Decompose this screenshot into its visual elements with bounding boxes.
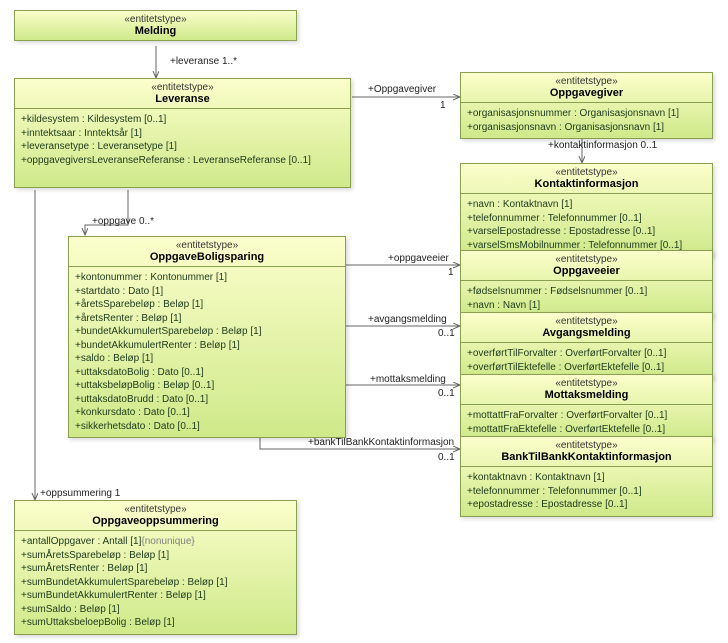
stereotype: «entitetstype» — [467, 378, 706, 389]
attr-row: uttaksdatoBrudd : Dato [0..1] — [75, 393, 339, 407]
attr-row: fødselsnummer : Fødselsnummer [0..1] — [467, 285, 706, 299]
attr-row: kontaktnavn : Kontaktnavn [1] — [467, 471, 706, 485]
attr-row: sikkerhetsdato : Dato [0..1] — [75, 420, 339, 434]
attrs-boligsparing: kontonummer : Kontonummer [1]startdato :… — [69, 267, 345, 437]
attr-row: sumUttaksbeloepBolig : Beløp [1] — [21, 616, 290, 630]
attrs-oppgavegiver: organisasjonsnummer : Organisasjonsnavn … — [461, 103, 712, 138]
stereotype: «entitetstype» — [467, 440, 706, 451]
attr-row: åretsRenter : Beløp [1] — [75, 312, 339, 326]
edge-oppgaveeier-m: 1 — [448, 267, 454, 278]
edge-oppgavegiver-m: 1 — [440, 100, 446, 111]
entity-title: OppgaveBoligsparing — [75, 251, 339, 263]
entity-mottaksmelding[interactable]: «entitetstype» Mottaksmelding mottattFra… — [460, 374, 713, 441]
entity-oppgaveoppsummering[interactable]: «entitetstype» Oppgaveoppsummering antal… — [14, 500, 297, 635]
entity-kontaktinformasjon[interactable]: «entitetstype» Kontaktinformasjon navn :… — [460, 163, 713, 257]
edge-mottak: +mottaksmelding — [370, 374, 446, 385]
attr-row: organisasjonsnummer : Organisasjonsnavn … — [467, 107, 706, 121]
edge-oppgaveeier: +oppgaveeier — [388, 253, 449, 264]
attr-row: åretsSparebeløp : Beløp [1] — [75, 298, 339, 312]
attrs-bank: kontaktnavn : Kontaktnavn [1]telefonnumm… — [461, 467, 712, 516]
attr-row: mottattFraForvalter : OverførtForvalter … — [467, 409, 706, 423]
attr-row: navn : Navn [1] — [467, 299, 706, 313]
stereotype: «entitetstype» — [21, 504, 290, 515]
attr-row: telefonnummer : Telefonnummer [0..1] — [467, 212, 706, 226]
attr-row: epostadresse : Epostadresse [0..1] — [467, 498, 706, 512]
entity-title: Avgangsmelding — [467, 327, 706, 339]
entity-title: BankTilBankKontaktinformasjon — [467, 451, 706, 463]
attr-row: navn : Kontaktnavn [1] — [467, 198, 706, 212]
attrs-oppgaveeier: fødselsnummer : Fødselsnummer [0..1]navn… — [461, 281, 712, 316]
entity-oppgaveboligsparing[interactable]: «entitetstype» OppgaveBoligsparing konto… — [68, 236, 346, 438]
attr-row: saldo : Beløp [1] — [75, 352, 339, 366]
attr-row: inntektsaar : Inntektsår [1] — [21, 127, 344, 141]
entity-title: Oppgaveeier — [467, 265, 706, 277]
entity-leveranse[interactable]: «entitetstype» Leveranse kildesystem : K… — [14, 78, 351, 188]
edge-avgang: +avgangsmelding — [368, 314, 447, 325]
entity-title: Melding — [21, 25, 290, 37]
entity-oppgavegiver[interactable]: «entitetstype» Oppgavegiver organisasjon… — [460, 72, 713, 139]
attr-row: leveransetype : Leveransetype [1] — [21, 140, 344, 154]
entity-title: Leveranse — [21, 93, 344, 105]
attrs-kontaktinfo: navn : Kontaktnavn [1]telefonnummer : Te… — [461, 194, 712, 256]
entity-melding[interactable]: «entitetstype» Melding — [14, 10, 297, 41]
attr-row: konkursdato : Dato [0..1] — [75, 406, 339, 420]
stereotype: «entitetstype» — [467, 316, 706, 327]
attr-row: organisasjonsnavn : Organisasjonsnavn [1… — [467, 121, 706, 135]
attrs-oppsummering: antallOppgaver : Antall [1]{nonunique}su… — [15, 531, 296, 634]
attrs-avgang: overførtTilForvalter : OverførtForvalter… — [461, 343, 712, 378]
attr-row: telefonnummer : Telefonnummer [0..1] — [467, 485, 706, 499]
attr-row: sumÅretsRenter : Beløp [1] — [21, 562, 290, 576]
attrs-mottak: mottattFraForvalter : OverførtForvalter … — [461, 405, 712, 440]
entity-avgangsmelding[interactable]: «entitetstype» Avgangsmelding overførtTi… — [460, 312, 713, 379]
stereotype: «entitetstype» — [467, 76, 706, 87]
attr-row: bundetAkkumulertSparebeløp : Beløp [1] — [75, 325, 339, 339]
stereotype: «entitetstype» — [467, 167, 706, 178]
entity-oppgaveeier[interactable]: «entitetstype» Oppgaveeier fødselsnummer… — [460, 250, 713, 317]
attr-row: sumSaldo : Beløp [1] — [21, 603, 290, 617]
attr-row: varselEpostadresse : Epostadresse [0..1] — [467, 225, 706, 239]
edge-bank-m: 0..1 — [438, 452, 455, 463]
edge-bank: +bankTilBankKontaktinformasjon — [308, 437, 454, 448]
edge-mottak-m: 0..1 — [438, 388, 455, 399]
attr-row: antallOppgaver : Antall [1]{nonunique} — [21, 535, 290, 549]
attr-row: uttaksdatoBolig : Dato [0..1] — [75, 366, 339, 380]
edge-avgang-m: 0..1 — [438, 328, 455, 339]
attr-row: uttaksbeløpBolig : Beløp [0..1] — [75, 379, 339, 393]
edge-kontaktinfo: +kontaktinformasjon 0..1 — [548, 140, 657, 151]
entity-title: Oppgavegiver — [467, 87, 706, 99]
attr-row: sumBundetAkkumulertRenter : Beløp [1] — [21, 589, 290, 603]
attr-row: sumÅretsSparebeløp : Beløp [1] — [21, 549, 290, 563]
edge-oppgave: +oppgave 0..* — [92, 216, 154, 227]
entity-title: Oppgaveoppsummering — [21, 515, 290, 527]
attrs-leveranse: kildesystem : Kildesystem [0..1]inntekts… — [15, 109, 350, 171]
stereotype: «entitetstype» — [75, 240, 339, 251]
entity-title: Mottaksmelding — [467, 389, 706, 401]
attr-row: kontonummer : Kontonummer [1] — [75, 271, 339, 285]
attr-row: oppgavegiversLeveranseReferanse : Levera… — [21, 154, 344, 168]
attr-row: mottattFraEktefelle : OverførtEktefelle … — [467, 423, 706, 437]
attr-row: overførtTilEktefelle : OverførtEktefelle… — [467, 361, 706, 375]
attr-row: startdato : Dato [1] — [75, 285, 339, 299]
entity-banktilbank[interactable]: «entitetstype» BankTilBankKontaktinforma… — [460, 436, 713, 517]
edge-oppsummering: +oppsummering 1 — [40, 488, 120, 499]
stereotype: «entitetstype» — [21, 82, 344, 93]
entity-title: Kontaktinformasjon — [467, 178, 706, 190]
edge-oppgavegiver: +Oppgavegiver — [368, 84, 436, 95]
stereotype: «entitetstype» — [467, 254, 706, 265]
attr-row: bundetAkkumulertRenter : Beløp [1] — [75, 339, 339, 353]
edge-leveranse: +leveranse 1..* — [170, 56, 237, 67]
attr-row: kildesystem : Kildesystem [0..1] — [21, 113, 344, 127]
attr-row: overførtTilForvalter : OverførtForvalter… — [467, 347, 706, 361]
stereotype: «entitetstype» — [21, 14, 290, 25]
attr-row: sumBundetAkkumulertSparebeløp : Beløp [1… — [21, 576, 290, 590]
